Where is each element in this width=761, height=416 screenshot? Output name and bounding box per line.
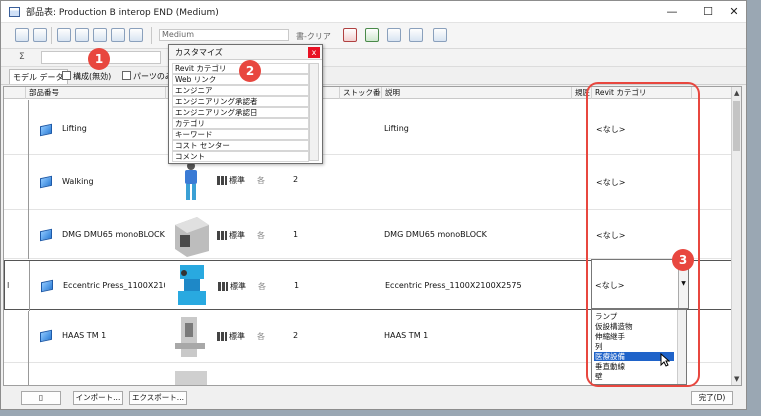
close-button[interactable]: ✕ xyxy=(716,1,752,23)
export-button[interactable]: エクスポート... xyxy=(129,391,187,405)
table-icon[interactable] xyxy=(33,28,47,42)
part-icon xyxy=(40,175,52,189)
unit: 各 xyxy=(257,176,265,185)
standard-bom-icon xyxy=(218,282,228,291)
part-thumbnail xyxy=(175,371,207,385)
export-icon[interactable] xyxy=(15,28,29,42)
part-thumbnail xyxy=(178,265,206,305)
revit-category-highlight-outline xyxy=(586,82,700,387)
grid-vertical-scrollbar[interactable]: ▲ ▼ xyxy=(731,87,741,385)
standard-bom-icon xyxy=(217,332,227,341)
tab-structured[interactable]: 構成(無効) xyxy=(59,69,114,84)
toolbar-separator xyxy=(151,27,152,44)
callout-marker-3: 3 xyxy=(672,249,694,271)
customize-field[interactable]: エンジニアリング承認者 xyxy=(172,96,309,107)
standard-bom-icon xyxy=(217,176,227,185)
view-dropdown-value: Medium xyxy=(162,30,194,39)
customize-field[interactable]: キーワード xyxy=(172,129,309,140)
list-icon xyxy=(122,71,131,80)
formula-row: Σ xyxy=(1,49,746,67)
header-part-number[interactable]: 部品番号 xyxy=(26,87,166,99)
part-icon xyxy=(40,123,52,137)
callout-marker-2: 2 xyxy=(239,60,261,82)
view-dropdown[interactable]: Medium xyxy=(159,29,289,41)
header-description[interactable]: 説明 xyxy=(382,87,572,99)
part-thumbnail xyxy=(175,217,209,257)
row-indicator: I xyxy=(7,281,10,290)
title-bar: 部品表: Production B interop END (Medium) —… xyxy=(1,1,746,23)
scroll-thumb[interactable] xyxy=(733,101,740,151)
tree-line xyxy=(28,100,29,155)
unit: 各 xyxy=(258,282,266,291)
bom-type: 標準 xyxy=(230,282,246,291)
parts-list-app-icon xyxy=(9,7,20,17)
part-name: Eccentric Press_1100X2100-… xyxy=(63,281,165,290)
group-icon[interactable] xyxy=(387,28,401,42)
bom-type: 標準 xyxy=(229,176,245,185)
renumber-icon[interactable] xyxy=(111,28,125,42)
part-name: HAAS TM 1 xyxy=(62,331,107,340)
part-name: DMG DMU65 monoBLOCK xyxy=(62,230,165,239)
customize-dialog-title: カスタマイズ xyxy=(169,45,322,60)
bom-type: 標準 xyxy=(229,332,245,341)
part-thumbnail xyxy=(185,162,197,200)
columns-icon[interactable] xyxy=(365,28,379,42)
reorder-icon[interactable] xyxy=(433,28,447,42)
callout-marker-1: 1 xyxy=(88,48,110,70)
footer: ▯ インポート... エクスポート... 完了(D) xyxy=(1,387,746,409)
help-button[interactable]: ▯ xyxy=(21,391,61,405)
import-button[interactable]: インポート... xyxy=(73,391,123,405)
scroll-down-icon[interactable]: ▼ xyxy=(734,375,739,383)
qty: 2 xyxy=(293,175,299,184)
part-name: Lifting xyxy=(62,124,87,133)
view-options-icon[interactable] xyxy=(129,28,143,42)
tree-line xyxy=(28,363,29,385)
part-description: HAAS TM 1 xyxy=(384,331,429,340)
customize-field[interactable]: エンジニア xyxy=(172,85,309,96)
part-thumbnail xyxy=(175,317,205,357)
customize-close-button[interactable]: x xyxy=(308,47,320,58)
qty: 2 xyxy=(293,331,299,340)
header-expand[interactable] xyxy=(4,87,26,99)
clear-filter-label[interactable]: 書-クリア xyxy=(296,31,331,42)
part-icon xyxy=(41,279,53,293)
sort-desc-icon[interactable] xyxy=(75,28,89,42)
tree-line xyxy=(29,261,30,311)
customize-field[interactable]: エンジニアリング承認日 xyxy=(172,107,309,118)
formula-icon: Σ xyxy=(19,52,25,62)
part-description: Lifting xyxy=(384,124,409,133)
unit: 各 xyxy=(257,231,265,240)
customize-scrollbar[interactable] xyxy=(309,63,319,161)
standard-bom-icon xyxy=(217,231,227,240)
tree-line xyxy=(28,155,29,210)
done-button[interactable]: 完了(D) xyxy=(691,391,733,405)
part-icon xyxy=(40,228,52,242)
settings-icon[interactable] xyxy=(409,28,423,42)
tab-label: 構成(無効) xyxy=(73,72,112,81)
customize-field[interactable]: カテゴリ xyxy=(172,118,309,129)
header-stock-number[interactable]: ストック番号 xyxy=(340,87,382,99)
toolbar-separator xyxy=(51,27,52,44)
sort-icon[interactable] xyxy=(57,28,71,42)
qty: 1 xyxy=(293,230,299,239)
tree-line xyxy=(28,311,29,363)
unit: 各 xyxy=(257,332,265,341)
tab-label: モデル データ xyxy=(13,73,64,82)
part-description: DMG DMU65 monoBLOCK xyxy=(384,230,487,239)
customize-field[interactable]: コメント xyxy=(172,151,309,162)
minimize-button[interactable]: — xyxy=(654,1,690,23)
part-description: Eccentric Press_1100X2100X2575 xyxy=(385,281,522,290)
toolbar: Medium 書-クリア xyxy=(1,23,746,49)
filter-icon[interactable] xyxy=(343,28,357,42)
tree-line xyxy=(28,210,29,259)
structure-icon xyxy=(62,71,71,80)
properties-icon[interactable] xyxy=(93,28,107,42)
window-title: 部品表: Production B interop END (Medium) xyxy=(26,8,219,18)
customize-field[interactable]: コスト センター xyxy=(172,140,309,151)
scroll-up-icon[interactable]: ▲ xyxy=(734,89,739,97)
part-icon xyxy=(40,329,52,343)
qty: 1 xyxy=(294,281,300,290)
part-name: Walking xyxy=(62,177,94,186)
bom-type: 標準 xyxy=(229,231,245,240)
